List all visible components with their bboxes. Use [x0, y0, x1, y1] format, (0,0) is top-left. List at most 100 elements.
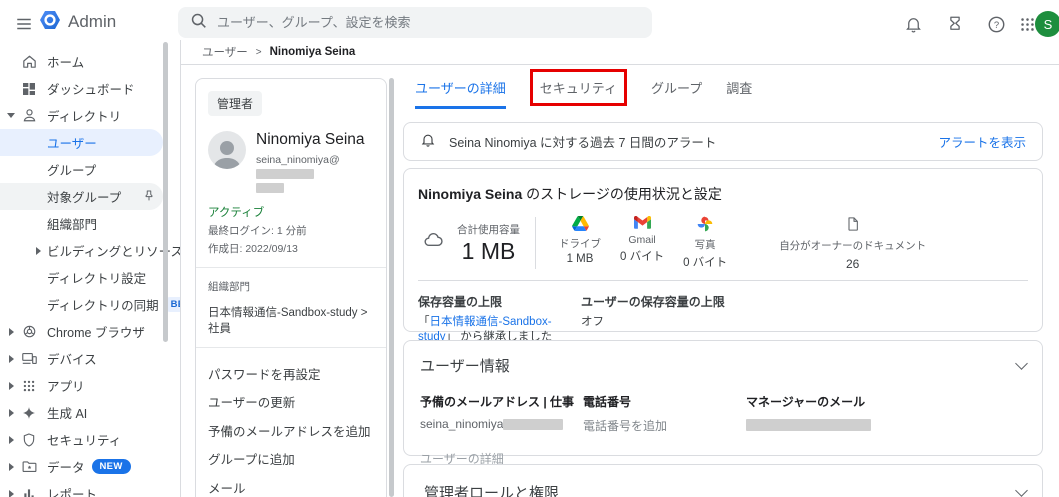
drive-usage: ドライブ 1 MB [559, 216, 601, 270]
sidebar-item-directory[interactable]: ディレクトリ [0, 102, 163, 129]
drive-value: 1 MB [566, 253, 594, 265]
alternate-email-field: 予備のメールアドレス | 仕事 seina_ninomiya [420, 395, 575, 431]
sidebar-item-reports[interactable]: レポート [0, 480, 163, 497]
update-user-action[interactable]: ユーザーの更新 [208, 388, 374, 417]
shield-icon [20, 431, 38, 449]
sidebar-item-users[interactable]: ユーザー [0, 129, 163, 156]
cloud-icon [423, 230, 444, 256]
photos-value: 0 バイト [683, 257, 728, 269]
pin-icon[interactable] [142, 189, 156, 206]
expand-right-icon [9, 408, 14, 417]
alert-bell-icon [420, 132, 436, 151]
breadcrumb-current: Ninomiya Seina [269, 46, 356, 58]
expand-right-icon [9, 381, 14, 390]
expand-right-icon [9, 435, 14, 444]
sidebar-item-groups[interactable]: グループ [0, 156, 163, 183]
expand-right-icon [9, 354, 14, 363]
divider [196, 347, 386, 348]
admin-logo-icon[interactable] [38, 8, 62, 32]
notifications-icon[interactable] [901, 12, 925, 36]
app-name: Admin [68, 12, 117, 31]
storage-title: Ninomiya Seina のストレージの使用状況と設定 [418, 186, 722, 202]
total-usage-label: 合計使用容量 [457, 223, 520, 236]
user-storage-limit-label: ユーザーの保存容量の上限 [581, 295, 725, 309]
menu-icon[interactable] [12, 12, 36, 36]
breadcrumb-separator: > [255, 46, 262, 58]
expand-right-icon [9, 462, 14, 471]
tab-groups[interactable]: グループ [651, 65, 702, 109]
alert-text: Seina Ninomiya に対する過去 7 日間のアラート [449, 136, 717, 150]
add-alternate-email-action[interactable]: 予備のメールアドレスを追加 [208, 416, 374, 445]
sidebar-item-target-groups[interactable]: 対象グループ [0, 183, 163, 210]
sidebar-scrollbar[interactable] [163, 42, 168, 342]
storage-stats: 合計使用容量 1 MB ドライブ 1 MB Gmail 0 バイト 写真 0 バ… [418, 215, 1028, 271]
sidebar-item-buildings-resources[interactable]: ビルディングとリソース [0, 237, 180, 264]
gmail-usage: Gmail 0 バイト [620, 215, 664, 270]
divider [418, 280, 1028, 281]
drive-label: ドライブ [559, 238, 601, 250]
created-date: 作成日: 2022/09/13 [208, 243, 298, 255]
org-unit-value: 日本情報通信-Sandbox-study > 社員 [208, 307, 368, 335]
sidebar-item-apps[interactable]: アプリ [0, 372, 163, 399]
reset-password-action[interactable]: パスワードを再設定 [208, 359, 374, 388]
owned-docs-value: 26 [846, 257, 860, 271]
user-avatar [208, 131, 246, 169]
sidebar-item-home[interactable]: ホーム [0, 48, 163, 75]
expand-right-icon [9, 489, 14, 497]
sidebar-item-org-units[interactable]: 組織部門 [0, 210, 163, 237]
chevron-down-icon[interactable] [1015, 356, 1028, 370]
admin-roles-title: 管理者ロールと権限 [424, 485, 560, 497]
last-login: 最終ログイン: 1 分前 [208, 225, 307, 237]
user-info-card: ユーザー情報 予備のメールアドレス | 仕事 seina_ninomiya 電話… [403, 340, 1043, 466]
folder-icon [20, 458, 38, 476]
user-email: seina_ninomiya@ [256, 153, 374, 195]
email-action[interactable]: メール [208, 473, 374, 497]
sidebar-item-gen-ai[interactable]: 生成 AI [0, 399, 163, 426]
owned-docs-label: 自分がオーナーのドキュメント [779, 240, 927, 252]
divider [535, 217, 536, 269]
devices-icon [20, 350, 38, 368]
account-avatar[interactable]: S [1035, 11, 1059, 37]
sidebar-item-devices[interactable]: デバイス [0, 345, 163, 372]
user-actions-list: パスワードを再設定 ユーザーの更新 予備のメールアドレスを追加 グループに追加 … [208, 359, 374, 497]
user-status-active: アクティブ [208, 207, 265, 219]
sidebar-item-security[interactable]: セキュリティ [0, 426, 163, 453]
photos-usage: 写真 0 バイト [683, 216, 727, 270]
sidebar-item-directory-settings[interactable]: ディレクトリ設定 [0, 264, 163, 291]
bar-chart-icon [20, 485, 38, 497]
apps-icon [20, 377, 38, 395]
card-column-scrollbar[interactable] [389, 78, 394, 497]
photos-icon [697, 216, 713, 235]
tab-user-details[interactable]: ユーザーの詳細 [415, 65, 506, 109]
search-input[interactable] [217, 15, 640, 30]
add-to-groups-action[interactable]: グループに追加 [208, 445, 374, 474]
chevron-down-icon[interactable] [1015, 483, 1028, 497]
sidebar-item-dashboard[interactable]: ダッシュボード [0, 75, 163, 102]
redacted-email [503, 419, 564, 431]
add-phone-link[interactable]: 電話番号を追加 [583, 417, 746, 434]
breadcrumb-users-link[interactable]: ユーザー [202, 44, 248, 60]
sidebar-item-chrome-browser[interactable]: Chrome ブラウザ [0, 318, 163, 345]
sidebar-nav: ホーム ダッシュボード ディレクトリ ユーザー グループ 対象グループ 組織部門… [0, 40, 181, 497]
tab-investigate[interactable]: 調査 [726, 65, 752, 109]
sidebar-item-directory-sync[interactable]: ディレクトリの同期BETA [0, 291, 180, 318]
storage-card: Ninomiya Seina のストレージの使用状況と設定 合計使用容量 1 M… [403, 168, 1043, 343]
help-icon[interactable]: ? [984, 12, 1008, 36]
admin-console-app: Admin ? S ホーム ダッシュボード [0, 0, 1059, 497]
drive-icon [571, 216, 589, 234]
redacted-email-domain [256, 169, 314, 180]
search-icon [190, 12, 207, 34]
user-storage-limit-value: オフ [581, 316, 604, 328]
dashboard-icon [20, 80, 38, 98]
chrome-icon [20, 323, 38, 341]
user-name: Ninomiya Seina [256, 131, 365, 148]
search-bar[interactable] [178, 7, 652, 38]
redacted-email-domain-2 [256, 183, 284, 194]
show-alerts-link[interactable]: アラートを表示 [938, 132, 1026, 151]
tab-security-red-annotation[interactable]: セキュリティ [529, 68, 627, 106]
person-icon [20, 107, 38, 125]
tasks-hourglass-icon[interactable] [943, 12, 967, 36]
sidebar-item-data[interactable]: データ NEW [0, 453, 163, 480]
expand-down-icon [7, 113, 15, 118]
redacted-manager-email [746, 418, 871, 431]
